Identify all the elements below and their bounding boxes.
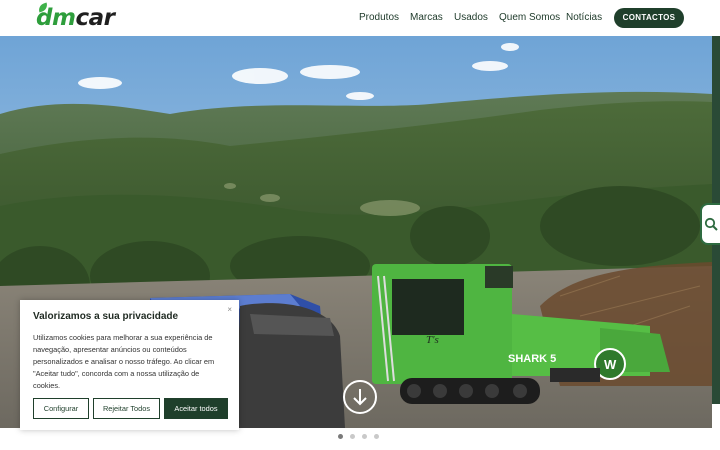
- nav-produtos[interactable]: Produtos: [359, 12, 399, 23]
- nav-marcas[interactable]: Marcas: [410, 12, 443, 23]
- carousel-dot-4[interactable]: [374, 434, 379, 439]
- contactos-button[interactable]: CONTACTOS: [614, 8, 684, 28]
- carousel-dots: [338, 434, 379, 439]
- dmcar-logo[interactable]: dmcar: [36, 2, 115, 30]
- configure-button[interactable]: Configurar: [33, 398, 89, 419]
- cookie-title: Valorizamos a sua privacidade: [33, 311, 179, 322]
- scroll-down-button[interactable]: [343, 380, 377, 414]
- search-icon: [704, 217, 718, 231]
- machine-badge: W: [604, 357, 617, 372]
- carousel-dot-3[interactable]: [362, 434, 367, 439]
- arrow-down-icon: [353, 389, 367, 406]
- nav-noticias[interactable]: Notícias: [566, 12, 602, 23]
- site-header: dmcar Produtos Marcas Usados Quem Somos …: [0, 0, 720, 36]
- cookie-body: Utilizamos cookies para melhorar a sua e…: [33, 333, 215, 390]
- nav-quem-somos[interactable]: Quem Somos: [499, 12, 560, 23]
- close-icon[interactable]: ×: [227, 305, 232, 314]
- reject-all-button[interactable]: Rejeitar Todos: [93, 398, 160, 419]
- search-button[interactable]: [700, 203, 720, 245]
- svg-text:T's: T's: [426, 334, 439, 346]
- machine-brand: SHARK 5: [508, 353, 556, 365]
- carousel-dot-1[interactable]: [338, 434, 343, 439]
- cookie-buttons: Configurar Rejeitar Todos Aceitar todos: [33, 398, 228, 419]
- nav-usados[interactable]: Usados: [454, 12, 488, 23]
- cookie-consent-dialog: × Valorizamos a sua privacidade Utilizam…: [20, 300, 239, 430]
- accept-all-button[interactable]: Aceitar todos: [164, 398, 228, 419]
- carousel-dot-2[interactable]: [350, 434, 355, 439]
